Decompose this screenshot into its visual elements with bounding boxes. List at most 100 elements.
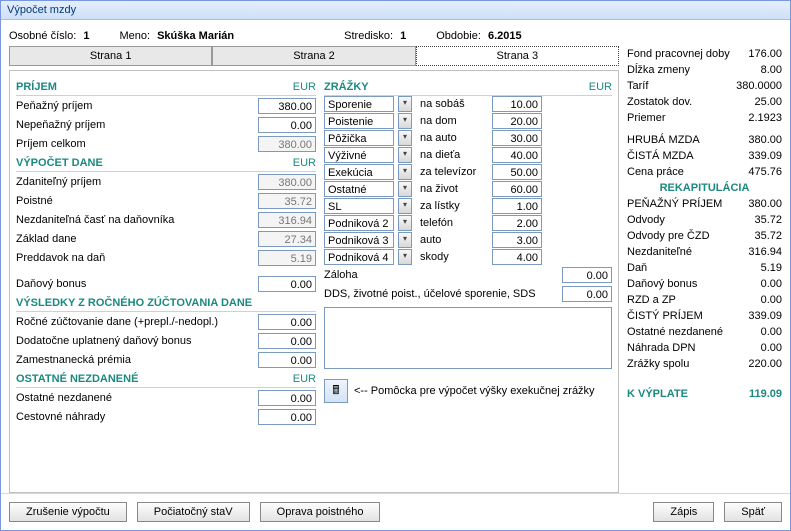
rekap-label: Daň xyxy=(627,260,647,276)
zostatok-label: Zostatok dov. xyxy=(627,94,692,110)
preddavok-label: Preddavok na daň xyxy=(16,252,258,264)
rekap-value: 0.00 xyxy=(761,276,782,292)
dodat-label: Dodatočne uplatnený daňový bonus xyxy=(16,335,258,347)
zrazka-value[interactable]: 50.00 xyxy=(492,164,542,180)
cest-value[interactable]: 0.00 xyxy=(258,409,316,425)
zapis-button[interactable]: Zápis xyxy=(653,502,714,522)
poistne-value: 35.72 xyxy=(258,193,316,209)
spat-button[interactable]: Späť xyxy=(724,502,782,522)
zrazka-name[interactable]: Poistenie xyxy=(324,113,394,129)
bonus-value[interactable]: 0.00 xyxy=(258,276,316,292)
rekap-value: 380.00 xyxy=(748,196,782,212)
app-window: Výpočet mzdy Osobné číslo: 1 Meno: Skúšk… xyxy=(0,0,791,531)
dropdown-icon[interactable]: ▾ xyxy=(398,130,412,146)
zrazka-desc: na auto xyxy=(418,132,488,144)
zrazka-value[interactable]: 2.00 xyxy=(492,215,542,231)
zrazka-name[interactable]: Podniková 4 xyxy=(324,249,394,265)
ost-value[interactable]: 0.00 xyxy=(258,390,316,406)
prijem-title: PRÍJEMEUR xyxy=(16,79,316,96)
header: Osobné číslo: 1 Meno: Skúška Marián Stre… xyxy=(1,20,790,46)
pociatocny-button[interactable]: Počiatočný staV xyxy=(137,502,250,522)
tarif-label: Taríf xyxy=(627,78,648,94)
zrazky-grid: Sporenie▾na sobáš10.00Poistenie▾na dom20… xyxy=(324,96,612,265)
zrazka-value[interactable]: 4.00 xyxy=(492,249,542,265)
dodat-value[interactable]: 0.00 xyxy=(258,333,316,349)
zrazka-desc: na dieťa xyxy=(418,149,488,161)
zrazka-name[interactable]: Pôžička xyxy=(324,130,394,146)
dropdown-icon[interactable]: ▾ xyxy=(398,96,412,112)
obdobie-label: Obdobie: xyxy=(436,30,481,42)
dropdown-icon[interactable]: ▾ xyxy=(398,249,412,265)
zrazka-desc: skody xyxy=(418,251,488,263)
meno-label: Meno: xyxy=(119,30,150,42)
rekap-title: REKAPITULÁCIA xyxy=(627,180,782,196)
note-area[interactable] xyxy=(324,307,612,369)
cest-label: Cestovné náhrady xyxy=(16,411,258,423)
zaklad-value: 27.34 xyxy=(258,231,316,247)
nezdan-label: Nezdaniteľná časť na daňovníka xyxy=(16,214,258,226)
calculator-button[interactable]: 🖩 xyxy=(324,379,348,403)
dds-label: DDS, životné poist., účelové sporenie, S… xyxy=(324,288,558,300)
dropdown-icon[interactable]: ▾ xyxy=(398,198,412,214)
zostatok-value: 25.00 xyxy=(754,94,782,110)
dropdown-icon[interactable]: ▾ xyxy=(398,181,412,197)
zrazka-name[interactable]: Podniková 3 xyxy=(324,232,394,248)
zrazka-desc: za lístky xyxy=(418,200,488,212)
zrazka-value[interactable]: 20.00 xyxy=(492,113,542,129)
rekap-value: 316.94 xyxy=(748,244,782,260)
dropdown-icon[interactable]: ▾ xyxy=(398,232,412,248)
dlzka-value: 8.00 xyxy=(761,62,782,78)
zrazka-value[interactable]: 10.00 xyxy=(492,96,542,112)
dropdown-icon[interactable]: ▾ xyxy=(398,147,412,163)
rekap-label: Odvody xyxy=(627,212,665,228)
zrazky-title: ZRÁŽKYEUR xyxy=(324,79,612,96)
zrazka-value[interactable]: 1.00 xyxy=(492,198,542,214)
nepenazny-value[interactable]: 0.00 xyxy=(258,117,316,133)
premia-value[interactable]: 0.00 xyxy=(258,352,316,368)
preddavok-value: 5.19 xyxy=(258,250,316,266)
rekap-value: 5.19 xyxy=(761,260,782,276)
zaloha-label: Záloha xyxy=(324,269,558,281)
zrazka-value[interactable]: 30.00 xyxy=(492,130,542,146)
zrazka-name[interactable]: Výživné xyxy=(324,147,394,163)
zrazka-value[interactable]: 40.00 xyxy=(492,147,542,163)
dds-value[interactable]: 0.00 xyxy=(562,286,612,302)
window-title: Výpočet mzdy xyxy=(1,1,790,20)
rocne-value[interactable]: 0.00 xyxy=(258,314,316,330)
stredisko-value: 1 xyxy=(400,30,406,42)
dropdown-icon[interactable]: ▾ xyxy=(398,164,412,180)
zrazka-name[interactable]: Sporenie xyxy=(324,96,394,112)
zrazka-desc: telefón xyxy=(418,217,488,229)
zrazka-name[interactable]: Exekúcia xyxy=(324,164,394,180)
kvyplate-value: 119.09 xyxy=(749,386,782,402)
hruba-value: 380.00 xyxy=(748,132,782,148)
osobne-cislo-label: Osobné číslo: xyxy=(9,30,76,42)
stredisko-label: Stredisko: xyxy=(344,30,393,42)
rekap-value: 220.00 xyxy=(748,356,782,372)
zrusenie-button[interactable]: Zrušenie výpočtu xyxy=(9,502,127,522)
oprava-button[interactable]: Oprava poistného xyxy=(260,502,381,522)
ost-label: Ostatné nezdanené xyxy=(16,392,258,404)
zrazka-name[interactable]: Podniková 2 xyxy=(324,215,394,231)
zdan-label: Zdaniteľný príjem xyxy=(16,176,258,188)
dlzka-label: Dĺžka zmeny xyxy=(627,62,690,78)
ostatne-title: OSTATNÉ NEZDANENÉEUR xyxy=(16,371,316,388)
zaloha-value[interactable]: 0.00 xyxy=(562,267,612,283)
dropdown-icon[interactable]: ▾ xyxy=(398,113,412,129)
dropdown-icon[interactable]: ▾ xyxy=(398,215,412,231)
rekap-label: Náhrada DPN xyxy=(627,340,695,356)
calculator-icon: 🖩 xyxy=(332,381,339,402)
zrazka-name[interactable]: SL xyxy=(324,198,394,214)
zrazka-value[interactable]: 60.00 xyxy=(492,181,542,197)
zdan-value: 380.00 xyxy=(258,174,316,190)
zrazka-value[interactable]: 3.00 xyxy=(492,232,542,248)
rekap-value: 35.72 xyxy=(754,212,782,228)
zrazka-name[interactable]: Ostatné xyxy=(324,181,394,197)
rekap-label: PEŇAŽNÝ PRÍJEM xyxy=(627,196,722,212)
tab-strana1[interactable]: Strana 1 xyxy=(9,46,212,66)
tab-strana2[interactable]: Strana 2 xyxy=(212,46,415,66)
penazny-value[interactable]: 380.00 xyxy=(258,98,316,114)
zrazka-desc: na dom xyxy=(418,115,488,127)
tab-strana3[interactable]: Strana 3 xyxy=(416,46,619,66)
rekap-label: Odvody pre ČZD xyxy=(627,228,710,244)
